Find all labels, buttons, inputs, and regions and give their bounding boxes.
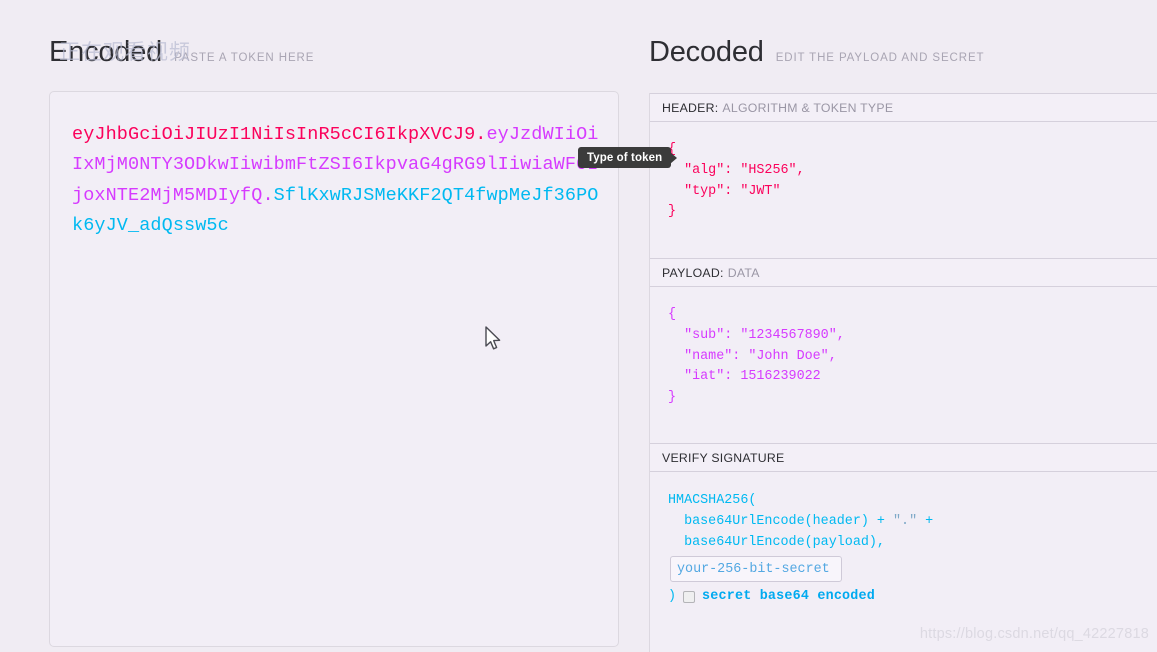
encoded-token-box[interactable]: eyJhbGciOiJIUzI1NiIsInR5cCI6IkpXVCJ9.eyJ…: [49, 91, 619, 647]
plus-operator: +: [917, 514, 934, 529]
base64-encoded-checkbox[interactable]: [683, 590, 696, 603]
verify-signature-body: HMACSHA256( base64UrlEncode(header) + ".…: [650, 472, 1157, 553]
header-section-bar: HEADER: ALGORITHM & TOKEN TYPE: [650, 93, 1157, 122]
base64url-payload-line: base64UrlEncode(payload),: [668, 535, 885, 550]
base64url-header-text: base64UrlEncode(header) +: [668, 514, 893, 529]
encoded-column: Encoded PASTE A TOKEN HERE eyJhbGciOiJIU…: [0, 0, 629, 652]
hmac-line: HMACSHA256(: [668, 493, 757, 508]
encoded-token-text[interactable]: eyJhbGciOiJIUzI1NiIsInR5cCI6IkpXVCJ9.eyJ…: [72, 120, 600, 242]
verify-bar-strong: VERIFY SIGNATURE: [662, 450, 785, 465]
decoded-panel-heading: Decoded EDIT THE PAYLOAD AND SECRET: [649, 36, 984, 69]
decoded-payload-section: PAYLOAD: DATA { "sub": "1234567890", "na…: [649, 258, 1157, 443]
payload-section-bar: PAYLOAD: DATA: [650, 258, 1157, 287]
base64-encoded-label[interactable]: secret base64 encoded: [702, 589, 875, 604]
decoded-verify-section: VERIFY SIGNATURE HMACSHA256( base64UrlEn…: [649, 443, 1157, 652]
payload-bar-light: DATA: [727, 265, 760, 280]
header-bar-strong: HEADER:: [662, 100, 719, 115]
secret-input[interactable]: [670, 556, 842, 582]
payload-json-body[interactable]: { "sub": "1234567890", "name": "John Doe…: [650, 287, 1157, 425]
payload-bar-strong: PAYLOAD:: [662, 265, 724, 280]
watermark-bottom-url: https://blog.csdn.net/qq_42227818: [919, 626, 1149, 642]
jwt-debugger-page: Encoded PASTE A TOKEN HERE eyJhbGciOiJIU…: [0, 0, 1157, 652]
dot-literal: ".": [893, 514, 918, 529]
closing-paren: ): [668, 589, 677, 604]
token-separator-2: .: [262, 184, 274, 206]
verify-section-bar: VERIFY SIGNATURE: [650, 443, 1157, 472]
token-header-part: eyJhbGciOiJIUzI1NiIsInR5cCI6IkpXVCJ9: [72, 124, 476, 145]
base64url-header-line: base64UrlEncode(header) + "." +: [668, 511, 1157, 532]
decoded-column: Decoded EDIT THE PAYLOAD AND SECRET HEAD…: [629, 0, 1157, 652]
tooltip-text: Type of token: [587, 151, 663, 164]
decoded-title: Decoded: [649, 36, 764, 68]
header-bar-light: ALGORITHM & TOKEN TYPE: [722, 100, 894, 115]
header-json-body[interactable]: { "alg": "HS256", "typ": "JWT" }: [650, 122, 1157, 239]
token-separator-1: .: [475, 124, 487, 145]
decoded-header-section: HEADER: ALGORITHM & TOKEN TYPE { "alg": …: [649, 93, 1157, 258]
base64-encoded-row: ) secret base64 encoded: [650, 589, 1157, 604]
watermark-top: 正在观看视频: [59, 40, 191, 64]
type-of-token-tooltip: Type of token: [578, 147, 672, 168]
encoded-subtitle: PASTE A TOKEN HERE: [174, 52, 315, 64]
decoded-subtitle: EDIT THE PAYLOAD AND SECRET: [775, 52, 985, 64]
